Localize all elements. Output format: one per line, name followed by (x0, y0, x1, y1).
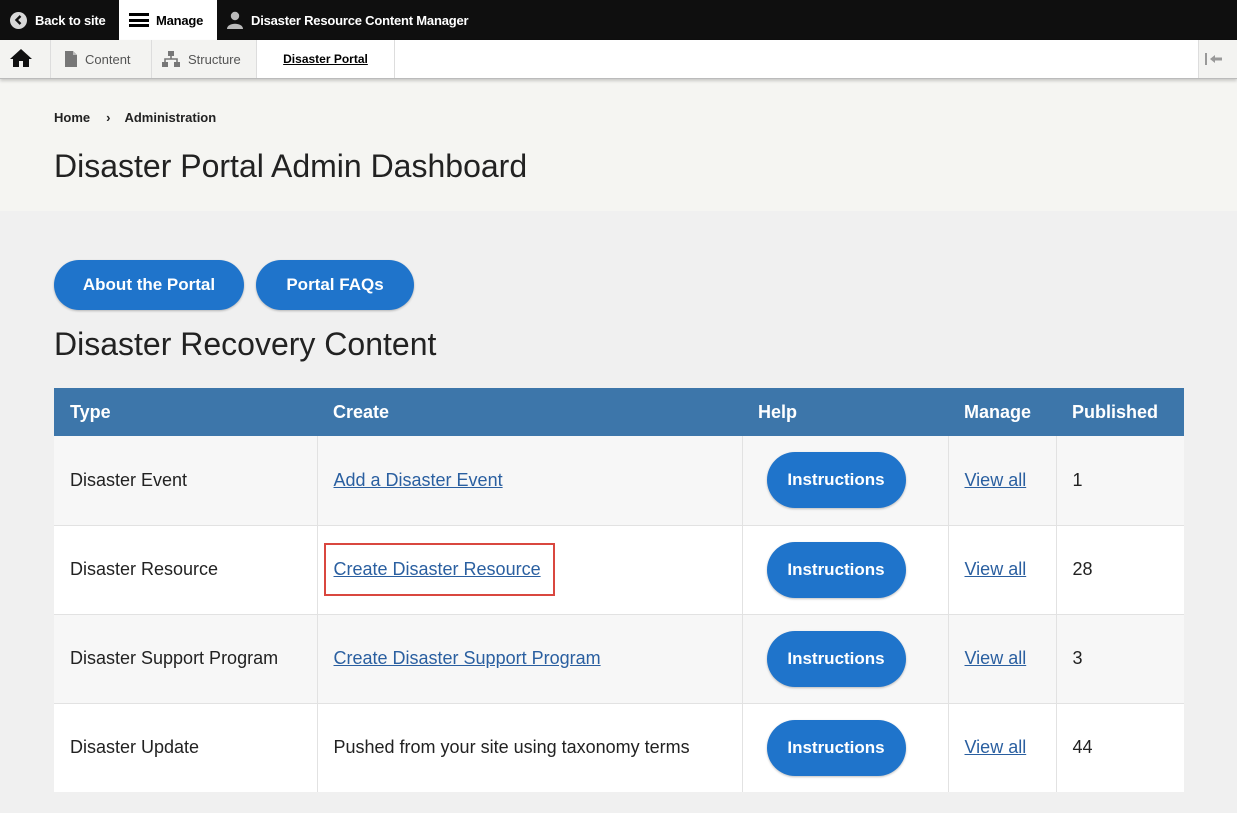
manage-cell: View all (948, 614, 1057, 704)
table-row: Disaster Support Program Create Disaster… (54, 614, 1184, 704)
table-row: Disaster Event Add a Disaster Event Inst… (54, 436, 1184, 526)
add-disaster-event-link[interactable]: Add a Disaster Event (334, 470, 503, 490)
home-link[interactable] (0, 40, 51, 78)
help-cell: Instructions (742, 614, 949, 704)
breadcrumb-separator: › (106, 110, 111, 125)
help-cell: Instructions (742, 703, 949, 792)
manage-tab[interactable]: Manage (119, 0, 217, 40)
published-count: 28 (1056, 525, 1184, 615)
user-tab[interactable]: Disaster Resource Content Manager (217, 0, 469, 40)
header-create: Create (317, 388, 742, 436)
disaster-portal-label: Disaster Portal (283, 52, 368, 66)
header-type: Type (54, 388, 317, 436)
portal-faqs-button[interactable]: Portal FAQs (256, 260, 414, 310)
tray-spacer (395, 40, 1198, 78)
page-title: Disaster Portal Admin Dashboard (54, 148, 528, 184)
published-count: 3 (1056, 614, 1184, 704)
type-cell: Disaster Support Program (54, 614, 318, 704)
toolbar-tray: Content Structure Disaster Portal (0, 40, 1237, 79)
type-cell: Disaster Resource (54, 525, 318, 615)
hamburger-icon (129, 13, 149, 27)
view-all-link[interactable]: View all (965, 648, 1027, 668)
create-disaster-support-program-link[interactable]: Create Disaster Support Program (334, 648, 601, 668)
help-cell: Instructions (742, 436, 949, 526)
create-cell: Add a Disaster Event (317, 436, 743, 526)
about-portal-button[interactable]: About the Portal (54, 260, 244, 310)
document-icon (65, 51, 77, 67)
user-label: Disaster Resource Content Manager (251, 12, 469, 28)
create-cell: Create Disaster Support Program (317, 614, 743, 704)
instructions-button[interactable]: Instructions (766, 719, 906, 776)
header-help: Help (742, 388, 948, 436)
instructions-button[interactable]: Instructions (766, 452, 906, 509)
type-cell: Disaster Update (54, 703, 318, 792)
structure-label: Structure (188, 51, 241, 67)
instructions-button[interactable]: Instructions (766, 541, 906, 598)
collapse-icon (1205, 53, 1222, 65)
manage-cell: View all (948, 436, 1057, 526)
content-link[interactable]: Content (51, 40, 152, 78)
content-label: Content (85, 51, 131, 67)
table-row: Disaster Update Pushed from your site us… (54, 703, 1184, 792)
create-disaster-resource-link[interactable]: Create Disaster Resource (334, 559, 541, 579)
breadcrumb-administration[interactable]: Administration (124, 110, 216, 125)
manage-cell: View all (948, 525, 1057, 615)
breadcrumb-home[interactable]: Home (54, 110, 90, 125)
chevron-left-icon (10, 11, 27, 29)
create-cell: Pushed from your site using taxonomy ter… (317, 703, 743, 792)
disaster-portal-link[interactable]: Disaster Portal (257, 40, 395, 78)
sitemap-icon (162, 51, 180, 67)
admin-toolbar: Back to site Manage Disaster Resource Co… (0, 0, 1237, 40)
view-all-link[interactable]: View all (965, 559, 1027, 579)
header-manage: Manage (948, 388, 1056, 436)
view-all-link[interactable]: View all (965, 737, 1027, 757)
back-to-site-link[interactable]: Back to site (0, 0, 119, 40)
table-row: Disaster Resource Create Disaster Resour… (54, 525, 1184, 615)
highlight-box: Create Disaster Resource (323, 543, 555, 596)
manage-cell: View all (948, 703, 1057, 792)
view-all-link[interactable]: View all (965, 470, 1027, 490)
collapse-tray-button[interactable] (1198, 40, 1237, 78)
home-icon (9, 48, 41, 71)
section-title: Disaster Recovery Content (54, 326, 437, 362)
type-cell: Disaster Event (54, 436, 318, 526)
breadcrumb: Home › Administration (54, 110, 216, 125)
manage-label: Manage (156, 12, 204, 28)
structure-link[interactable]: Structure (152, 40, 257, 78)
content-table: Type Create Help Manage Published Disast… (54, 388, 1184, 792)
instructions-button[interactable]: Instructions (766, 630, 906, 687)
table-header-row: Type Create Help Manage Published (54, 388, 1184, 436)
back-to-site-label: Back to site (35, 12, 106, 28)
header-published: Published (1056, 388, 1184, 436)
published-count: 1 (1056, 436, 1184, 526)
published-count: 44 (1056, 703, 1184, 792)
create-cell: Create Disaster Resource (317, 525, 743, 615)
user-icon (227, 11, 243, 29)
help-cell: Instructions (742, 525, 949, 615)
